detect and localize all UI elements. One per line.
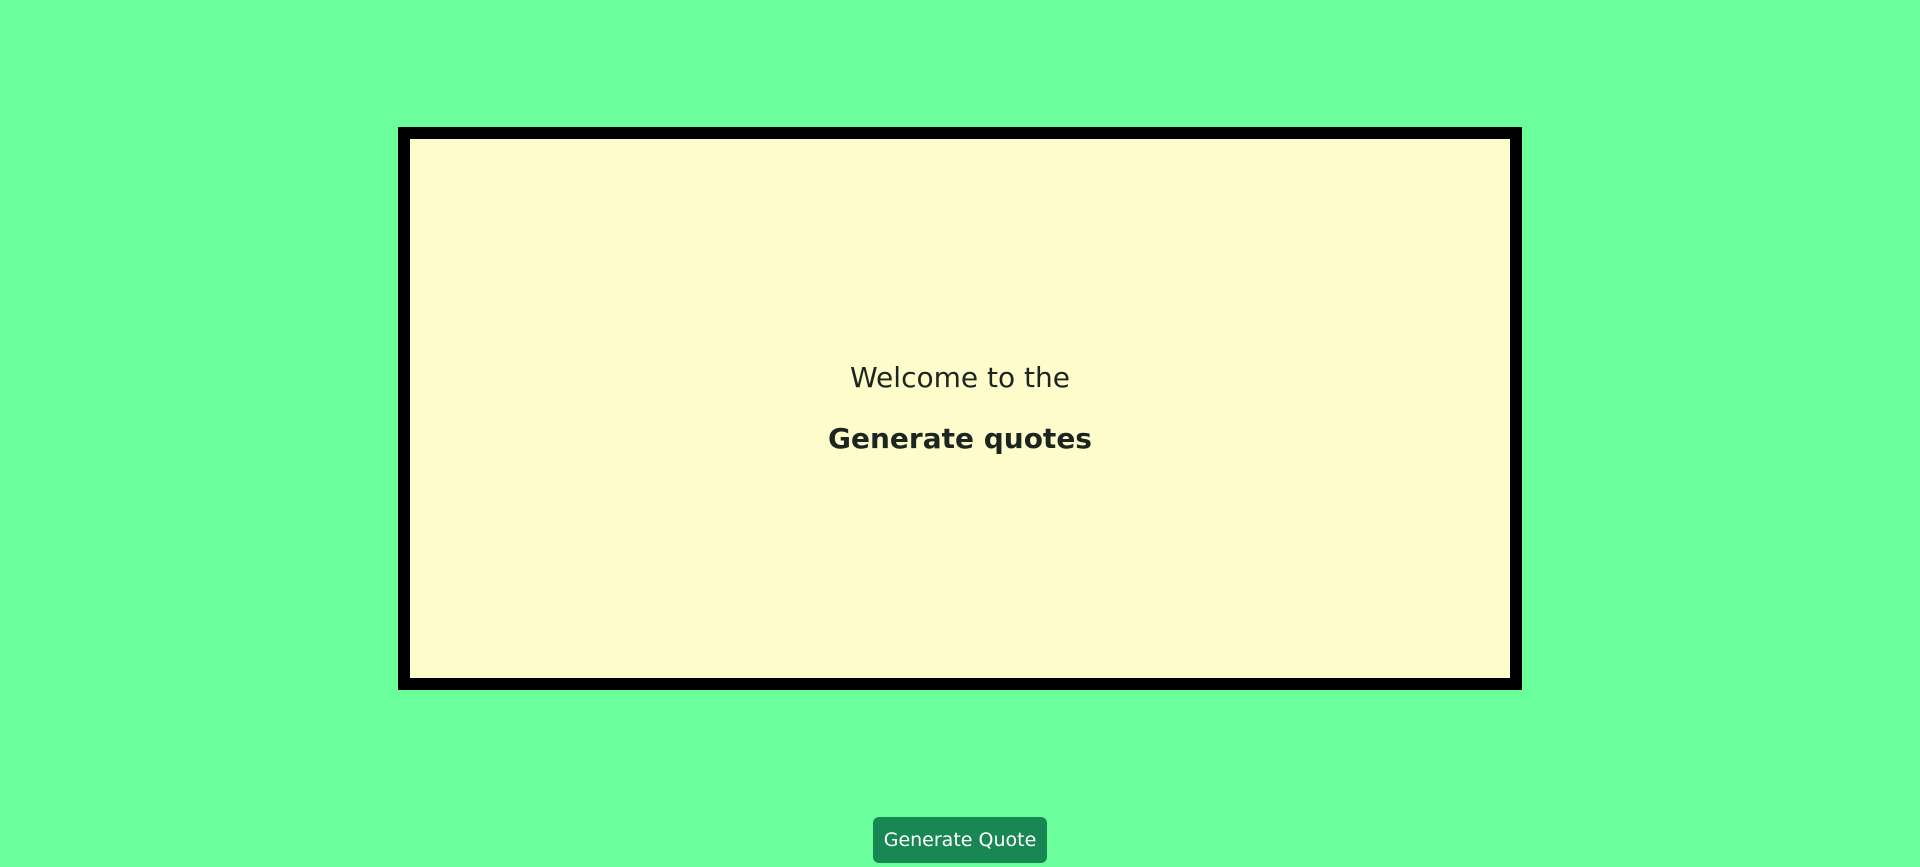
quote-headline: Generate quotes — [828, 422, 1092, 455]
quote-card: Welcome to the Generate quotes — [398, 127, 1522, 690]
generate-quote-button[interactable]: Generate Quote — [873, 817, 1047, 863]
welcome-text: Welcome to the — [850, 361, 1070, 395]
